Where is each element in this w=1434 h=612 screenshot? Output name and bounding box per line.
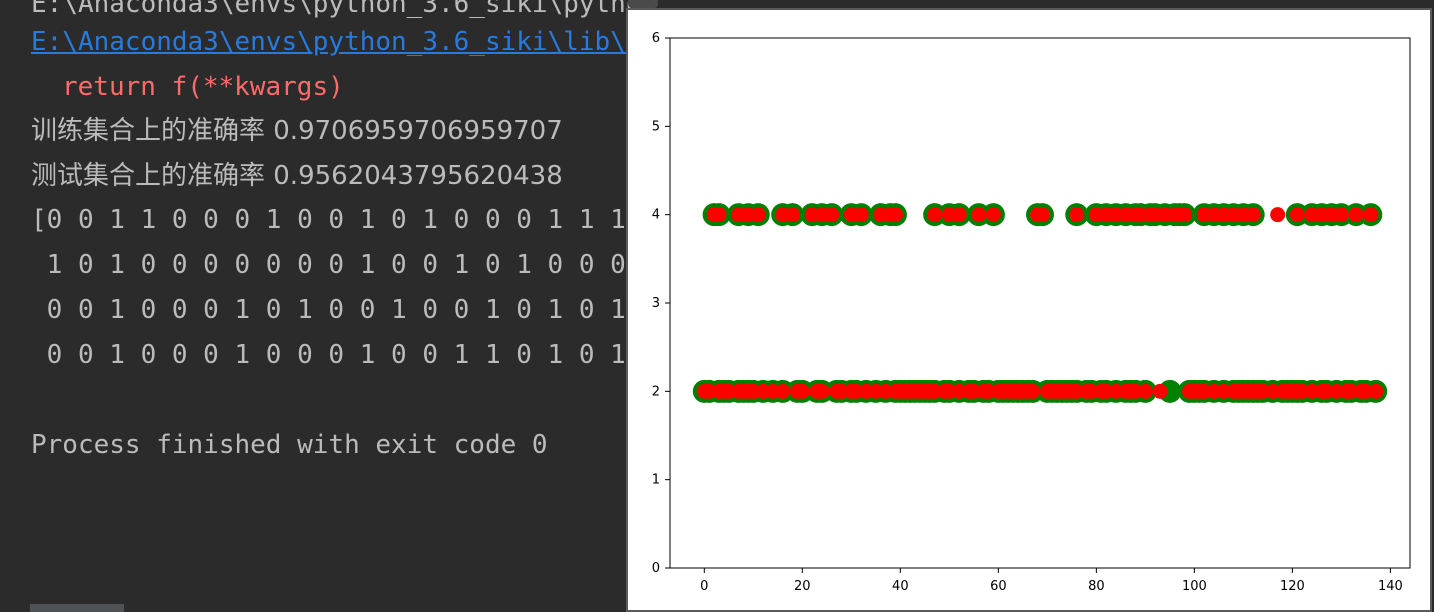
- y-tick-label: 5: [652, 119, 660, 134]
- red-marker: [1137, 383, 1153, 399]
- y-tick-label: 2: [652, 384, 660, 399]
- x-tick-label: 120: [1280, 579, 1305, 594]
- red-marker: [1177, 207, 1193, 223]
- red-marker: [1363, 207, 1379, 223]
- red-marker: [1034, 207, 1050, 223]
- y-tick-label: 3: [652, 296, 660, 311]
- red-marker: [750, 207, 766, 223]
- x-tick-label: 140: [1378, 579, 1403, 594]
- x-tick-label: 60: [990, 579, 1007, 594]
- x-tick-label: 100: [1182, 579, 1207, 594]
- figure-window-tab[interactable]: [628, 0, 658, 8]
- x-tick-label: 0: [700, 579, 708, 594]
- plot-axes-frame: [669, 37, 1411, 569]
- process-finished-line: Process finished with exit code 0: [31, 430, 548, 460]
- prediction-array-row: [0 0 1 1 0 0 0 1 0 0 1 0 1 0 0 0 1 1 1 0: [31, 205, 632, 235]
- red-marker: [971, 207, 987, 223]
- red-marker: [1289, 207, 1305, 223]
- x-tick-label: 80: [1088, 579, 1105, 594]
- console-return-line: return f(**kwargs): [62, 72, 344, 102]
- red-marker: [985, 207, 1001, 223]
- x-axis: 0 20 40 60 80 100 120 140: [700, 568, 1403, 594]
- red-marker: [814, 383, 830, 399]
- red-marker: [1348, 207, 1364, 223]
- red-marker: [853, 207, 869, 223]
- prediction-array-row: 1 0 1 0 0 0 0 0 0 0 1 0 0 1 0 1 0 0 0 1: [31, 250, 632, 280]
- red-marker: [1245, 207, 1261, 223]
- red-marker: [1368, 383, 1384, 399]
- red-marker: [1152, 383, 1168, 399]
- prediction-array-row: 0 0 1 0 0 0 1 0 1 0 0 1 0 0 1 0 1 0 1 1: [31, 295, 632, 325]
- y-axis: 0 1 2 3 4 5 6: [652, 31, 670, 576]
- red-marker: [1270, 207, 1286, 223]
- red-marker: [824, 207, 840, 223]
- red-marker: [927, 207, 943, 223]
- figure-window: 0 1 2 3 4 5 6 0 20 40 60 80 100 120 140: [626, 8, 1432, 612]
- horizontal-scrollbar[interactable]: [30, 604, 124, 612]
- console-file-link[interactable]: E:\Anaconda3\envs\python_3.6_siki\lib\si: [31, 24, 632, 60]
- x-tick-label: 40: [892, 579, 909, 594]
- test-accuracy-line: 测试集合上的准确率 0.9562043795620438: [31, 161, 563, 191]
- console-line-path: E:\Anaconda3\envs\python_3.6_siki\python: [31, 0, 632, 19]
- red-marker: [1025, 383, 1041, 399]
- red-marker: [775, 383, 791, 399]
- red-marker: [711, 207, 727, 223]
- red-marker: [1069, 207, 1085, 223]
- train-accuracy-line: 训练集合上的准确率 0.9706959706959707: [31, 116, 563, 146]
- y-tick-label: 1: [652, 473, 660, 488]
- red-marker: [785, 207, 801, 223]
- y-tick-label: 6: [652, 31, 660, 46]
- red-marker: [887, 207, 903, 223]
- red-marker: [1333, 207, 1349, 223]
- run-console: E:\Anaconda3\envs\python_3.6_siki\python…: [0, 0, 632, 612]
- red-marker: [951, 207, 967, 223]
- scatter-chart: 0 1 2 3 4 5 6 0 20 40 60 80 100 120 140: [652, 31, 1411, 594]
- red-marker: [794, 383, 810, 399]
- data-points: [692, 203, 1388, 403]
- y-tick-label: 4: [652, 208, 660, 223]
- prediction-array-row: 0 0 1 0 0 0 1 0 0 0 1 0 0 1 1 0 1 0 1 0: [31, 340, 632, 370]
- x-tick-label: 20: [794, 579, 811, 594]
- y-tick-label: 0: [652, 561, 660, 576]
